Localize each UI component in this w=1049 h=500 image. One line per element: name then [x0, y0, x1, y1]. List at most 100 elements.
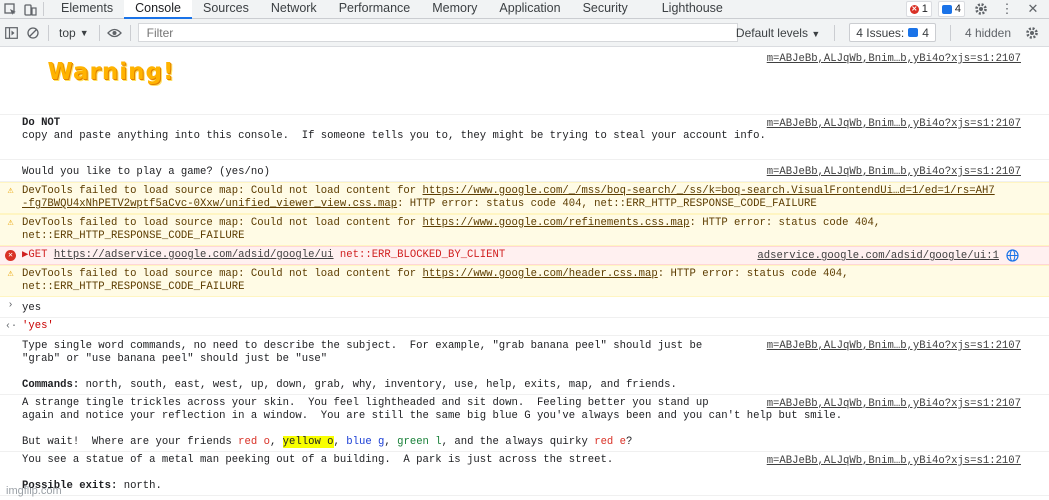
input-text: yes	[22, 302, 42, 314]
error-message: ✕ ▶GET https://adservice.google.com/adsid…	[0, 246, 1049, 265]
log-levels-dropdown[interactable]: Default levels ▼	[736, 26, 820, 40]
error-icon: ✕	[5, 250, 16, 261]
tab-network[interactable]: Network	[260, 0, 328, 18]
source-link[interactable]: m=ABJeBb,ALJqWb,Bnim…b,yBi4o?xjs=s1:2107	[767, 118, 1021, 131]
warning-banner-text: Warning!	[47, 59, 175, 85]
source-link[interactable]: m=ABJeBb,ALJqWb,Bnim…b,yBi4o?xjs=s1:2107	[767, 398, 1021, 411]
separator-text: ,	[269, 436, 283, 448]
tab-console[interactable]: Console	[124, 0, 192, 19]
friend-red-o: red o	[238, 436, 270, 448]
console-message: You see a statue of a metal man peeking …	[0, 452, 1049, 496]
message-text: Would you like to play a game? (yes/no)	[22, 166, 270, 178]
warning-icon: ⚠	[7, 186, 14, 197]
dropdown-arrow-icon: ▼	[79, 27, 89, 38]
tab-elements[interactable]: Elements	[50, 0, 124, 18]
imgflip-watermark: imgflip.com	[6, 485, 62, 497]
warning-message: ⚠ DevTools failed to load source map: Cou…	[0, 265, 1049, 297]
issue-icon	[908, 28, 919, 37]
divider	[834, 24, 836, 41]
warning-icon: ⚠	[7, 269, 14, 280]
tab-security[interactable]: Security	[572, 0, 639, 18]
message-text: A strange tingle trickles across your sk…	[22, 397, 843, 422]
warning-icon: ⚠	[7, 218, 14, 229]
friend-blue-g: blue g	[346, 436, 385, 448]
divider	[949, 24, 951, 41]
sidebar-toggle-icon[interactable]	[0, 22, 22, 44]
filter-field[interactable]	[137, 23, 738, 42]
console-settings-gear-icon[interactable]	[1021, 22, 1043, 44]
error-count: 1	[921, 3, 928, 15]
friend-red-e: red e	[594, 436, 627, 448]
issues-label: 4 Issues:	[856, 25, 905, 40]
dropdown-arrow-icon: ▼	[811, 28, 821, 39]
log-levels-label: Default levels	[735, 25, 808, 40]
friend-yellow-o: yellow o	[282, 436, 334, 448]
tabbar-right: ✕ 1 4 ⋮ ✕	[905, 0, 1043, 18]
warning-message: ⚠ DevTools failed to load source map: Cou…	[0, 182, 1049, 214]
source-link[interactable]: m=ABJeBb,ALJqWb,Bnim…b,yBi4o?xjs=s1:2107	[767, 53, 1021, 66]
error-icon: ✕	[909, 4, 919, 14]
message-text: But wait! Where are your friends	[22, 436, 239, 448]
console-message: Do NOT copy and paste anything into this…	[0, 115, 1049, 160]
source-map-link[interactable]: https://www.google.com/refinements.css.m…	[423, 217, 690, 229]
commands-list: north, south, east, west, up, down, grab…	[79, 379, 677, 391]
tab-performance[interactable]: Performance	[328, 0, 422, 18]
issues-counter[interactable]: 4	[937, 1, 965, 17]
filter-input[interactable]	[144, 24, 731, 41]
message-text: net::ERR_BLOCKED_BY_CLIENT	[333, 249, 506, 261]
context-selector[interactable]: top ▼	[53, 26, 95, 40]
source-link[interactable]: m=ABJeBb,ALJqWb,Bnim…b,yBi4o?xjs=s1:2107	[767, 166, 1021, 179]
tab-lighthouse[interactable]: Lighthouse	[651, 0, 734, 18]
settings-gear-icon[interactable]	[971, 0, 991, 18]
issue-icon	[941, 4, 952, 14]
message-text: DevTools failed to load source map: Coul…	[22, 185, 423, 197]
console-message: Would you like to play a game? (yes/no) m…	[0, 160, 1049, 182]
tab-application[interactable]: Application	[488, 0, 571, 18]
expand-request[interactable]: ▶GET	[22, 249, 54, 261]
source-link[interactable]: m=ABJeBb,ALJqWb,Bnim…b,yBi4o?xjs=s1:2107	[767, 455, 1021, 468]
more-options-icon[interactable]: ⋮	[997, 0, 1017, 18]
friend-green-l: green l	[397, 436, 442, 448]
console-result-line: ‹· 'yes'	[0, 318, 1049, 336]
console-messages: Warning! m=ABJeBb,ALJqWb,Bnim…b,yBi4o?xj…	[0, 48, 1049, 496]
clear-console-icon[interactable]	[22, 22, 44, 44]
console-message: A strange tingle trickles across your sk…	[0, 395, 1049, 452]
console-message: Warning! m=ABJeBb,ALJqWb,Bnim…b,yBi4o?xj…	[0, 48, 1049, 115]
request-url-link[interactable]: https://adservice.google.com/adsid/googl…	[54, 249, 334, 261]
error-counter[interactable]: ✕ 1	[905, 1, 932, 17]
context-label: top	[59, 25, 76, 40]
divider	[43, 2, 44, 16]
devtools-tabbar: Elements Console Sources Network Perform…	[0, 0, 1049, 19]
exits-list: north.	[117, 480, 162, 492]
live-expression-eye-icon[interactable]	[104, 22, 126, 44]
input-prompt-icon: ›	[7, 300, 14, 311]
message-text: DevTools failed to load source map: Coul…	[22, 217, 423, 229]
inspect-element-icon[interactable]	[0, 0, 20, 18]
message-text: : HTTP error: status code 404, net::ERR_…	[397, 198, 817, 210]
source-map-link[interactable]: https://www.google.com/header.css.map	[423, 268, 658, 280]
source-link[interactable]: m=ABJeBb,ALJqWb,Bnim…b,yBi4o?xjs=s1:2107	[767, 340, 1021, 353]
issue-count: 4	[954, 3, 961, 15]
divider	[98, 24, 100, 41]
console-input-line: › yes	[0, 297, 1049, 318]
separator-text: ,	[384, 436, 398, 448]
source-link[interactable]: adservice.google.com/adsid/google/ui:1	[757, 250, 999, 263]
warning-message: ⚠ DevTools failed to load source map: Cou…	[0, 214, 1049, 246]
console-toolbar: top ▼ Default levels ▼ 4 Issues: 4 4 hid…	[0, 19, 1049, 47]
issues-button[interactable]: 4 Issues: 4	[849, 23, 936, 42]
do-not-label: Do NOT	[22, 117, 61, 129]
separator-text: ,	[333, 436, 347, 448]
message-text: DevTools failed to load source map: Coul…	[22, 268, 423, 280]
close-icon[interactable]: ✕	[1023, 0, 1043, 18]
message-text: copy and paste anything into this consol…	[22, 130, 766, 142]
tab-memory[interactable]: Memory	[421, 0, 488, 18]
result-arrow-icon: ‹·	[5, 321, 18, 332]
tab-sources[interactable]: Sources	[192, 0, 260, 18]
commands-label: Commands:	[22, 379, 80, 391]
message-text: Type single word commands, no need to de…	[22, 340, 703, 365]
device-toolbar-icon[interactable]	[20, 0, 40, 18]
console-message: Type single word commands, no need to de…	[0, 336, 1049, 395]
issues-count: 4	[922, 25, 929, 40]
divider	[48, 24, 49, 41]
message-text: You see a statue of a metal man peeking …	[22, 454, 614, 466]
